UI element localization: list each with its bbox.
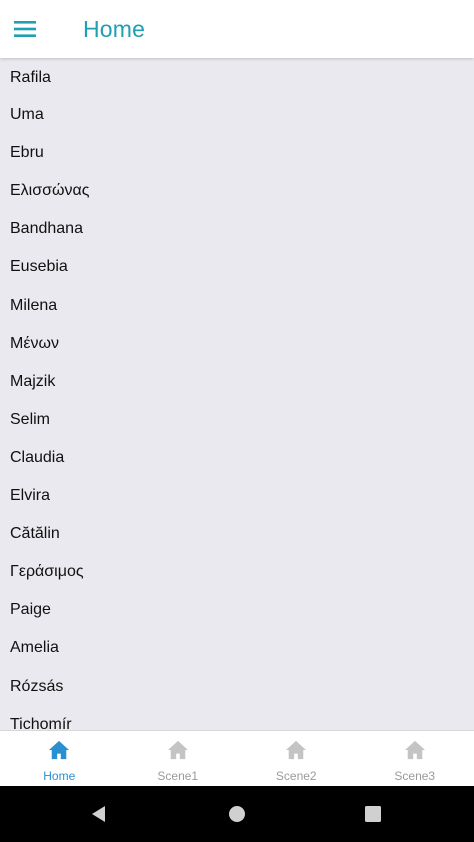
list-item[interactable]: Claudia — [0, 439, 474, 477]
menu-button[interactable] — [6, 10, 44, 48]
list-item[interactable]: Μένων — [0, 325, 474, 363]
home-button[interactable] — [223, 800, 251, 828]
list-item[interactable]: Milena — [0, 287, 474, 325]
list-item[interactable]: Bandhana — [0, 210, 474, 248]
tab-label: Home — [43, 769, 76, 783]
list-item[interactable]: Γεράσιμος — [0, 553, 474, 591]
bottom-tab-bar: Home Scene1 Scene2 Scene3 — [0, 730, 474, 787]
list-item[interactable]: Eusebia — [0, 248, 474, 286]
app-bar: Home — [0, 0, 474, 58]
page-title: Home — [83, 16, 146, 42]
home-icon — [404, 740, 425, 760]
list-item[interactable]: Majzik — [0, 363, 474, 401]
back-icon — [92, 806, 105, 822]
tab-home[interactable]: Home — [0, 731, 119, 787]
recents-button[interactable] — [359, 800, 387, 828]
back-button[interactable] — [85, 800, 113, 828]
hamburger-menu-icon — [14, 21, 36, 37]
list-item[interactable]: Selim — [0, 401, 474, 439]
list-item[interactable]: Tichomír — [0, 706, 474, 730]
tab-label: Scene2 — [275, 769, 317, 783]
recents-icon — [365, 806, 381, 822]
list-item[interactable]: Ebru — [0, 134, 474, 172]
home-icon — [167, 740, 188, 760]
list-item[interactable]: Amelia — [0, 629, 474, 667]
tab-scene2[interactable]: Scene2 — [237, 731, 356, 787]
tab-label: Scene3 — [394, 769, 436, 783]
tab-scene3[interactable]: Scene3 — [356, 731, 474, 787]
list-item[interactable]: Ελισσώνας — [0, 172, 474, 210]
system-navigation-bar — [0, 786, 474, 842]
list-item[interactable]: Paige — [0, 591, 474, 629]
list-item[interactable]: Rózsás — [0, 668, 474, 706]
tab-label: Scene1 — [157, 769, 199, 783]
list-item[interactable]: Elvira — [0, 477, 474, 515]
names-list[interactable]: Rafila Uma Ebru Ελισσώνας Bandhana Euseb… — [0, 58, 474, 730]
tab-scene1[interactable]: Scene1 — [119, 731, 238, 787]
list-item[interactable]: Cătălin — [0, 515, 474, 553]
home-icon — [49, 740, 70, 760]
home-circle-icon — [229, 806, 245, 822]
home-icon — [286, 740, 307, 760]
list-item[interactable]: Rafila — [0, 58, 474, 96]
list-item[interactable]: Uma — [0, 96, 474, 134]
